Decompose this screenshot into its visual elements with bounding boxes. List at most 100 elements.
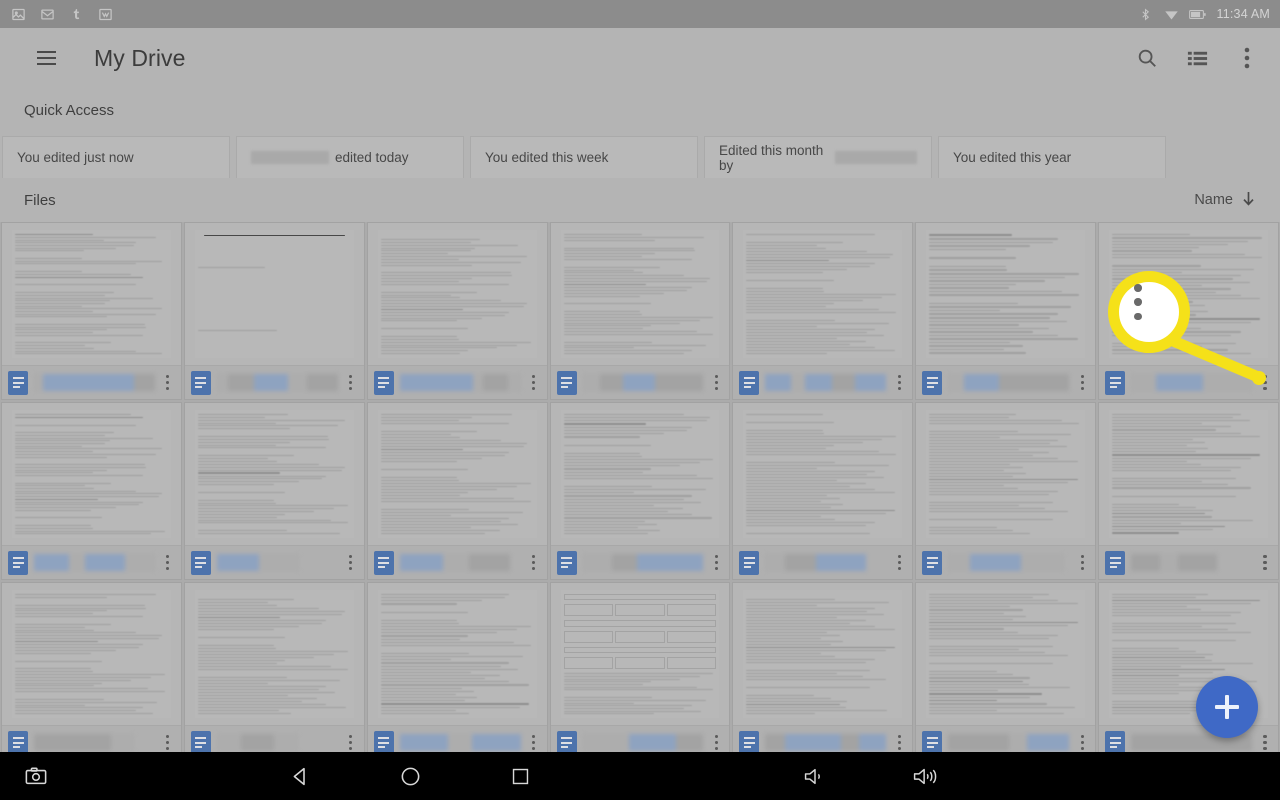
sort-control[interactable]: Name (1194, 190, 1256, 211)
file-card[interactable] (732, 402, 914, 580)
file-card[interactable] (366, 582, 548, 753)
thumbnail-text-line (380, 495, 461, 497)
back-triangle-icon[interactable] (245, 766, 355, 787)
volume-up-icon[interactable] (870, 766, 980, 787)
file-overflow-menu-icon[interactable] (709, 551, 723, 575)
file-card[interactable] (732, 222, 914, 400)
home-circle-icon[interactable] (355, 766, 465, 787)
more-vertical-icon[interactable] (1232, 43, 1262, 73)
thumbnail-text-line (746, 331, 868, 333)
file-grid[interactable] (0, 222, 1280, 752)
file-card[interactable] (366, 222, 548, 400)
quick-access-card[interactable]: You edited this year (938, 136, 1166, 178)
file-card[interactable] (1, 222, 182, 400)
file-overflow-menu-icon[interactable] (1258, 731, 1272, 753)
thumbnail-text-line (1112, 448, 1209, 450)
thumbnail-text-line (929, 448, 1020, 450)
file-thumbnail[interactable] (367, 583, 547, 725)
file-card[interactable] (732, 582, 914, 753)
file-overflow-menu-icon[interactable] (1075, 551, 1089, 575)
file-card[interactable] (915, 402, 1097, 580)
file-overflow-menu-icon[interactable] (1258, 551, 1272, 575)
camera-icon[interactable] (12, 766, 60, 786)
file-card[interactable] (1, 402, 182, 580)
file-overflow-menu-icon[interactable] (1075, 731, 1089, 753)
quick-access-card[interactable]: Edited this month by (704, 136, 932, 178)
file-card[interactable] (183, 582, 365, 753)
file-overflow-menu-icon[interactable] (344, 371, 358, 395)
file-thumbnail[interactable] (2, 583, 181, 725)
file-overflow-menu-icon[interactable] (709, 371, 723, 395)
file-thumbnail[interactable] (184, 583, 364, 725)
file-overflow-menu-icon[interactable] (892, 551, 906, 575)
file-overflow-menu-icon[interactable] (344, 731, 358, 753)
thumbnail-text-line (1112, 454, 1261, 456)
file-overflow-menu-icon[interactable] (709, 731, 723, 753)
thumbnail-text-line (563, 341, 653, 343)
file-overflow-menu-icon[interactable] (527, 551, 541, 575)
file-card[interactable] (366, 402, 548, 580)
thumbnail-text-line (15, 607, 147, 609)
create-new-fab[interactable] (1196, 676, 1258, 738)
search-icon[interactable] (1132, 43, 1162, 73)
file-thumbnail[interactable] (1099, 223, 1279, 365)
file-thumbnail[interactable] (184, 223, 364, 365)
nav-primary-buttons (60, 766, 760, 787)
file-thumbnail[interactable] (550, 223, 730, 365)
redacted-name-segment (287, 374, 308, 391)
thumbnail-text-line (380, 622, 459, 624)
file-card[interactable] (1098, 582, 1280, 753)
thumbnail-text-line (1112, 647, 1180, 649)
file-overflow-menu-icon[interactable] (161, 551, 175, 575)
thumbnail-text-line (197, 677, 287, 679)
file-overflow-menu-icon[interactable] (344, 551, 358, 575)
quick-access-card-row[interactable]: You edited just now edited today You edite… (0, 136, 1280, 178)
quick-access-card[interactable]: You edited this week (470, 136, 698, 178)
file-thumbnail[interactable] (367, 403, 547, 545)
file-overflow-menu-icon[interactable] (1258, 371, 1272, 395)
file-card[interactable] (1098, 222, 1280, 400)
file-overflow-menu-icon[interactable] (527, 731, 541, 753)
file-thumbnail[interactable] (2, 223, 181, 365)
file-card[interactable] (549, 582, 731, 753)
thumbnail-text-line (197, 626, 299, 628)
file-card[interactable] (549, 402, 731, 580)
thumbnail-text-line (380, 430, 478, 432)
file-thumbnail[interactable] (2, 403, 181, 545)
file-card[interactable] (915, 582, 1097, 753)
hamburger-menu-icon[interactable] (24, 36, 68, 80)
file-card[interactable] (915, 222, 1097, 400)
file-card[interactable] (183, 222, 365, 400)
file-card[interactable] (183, 402, 365, 580)
recents-square-icon[interactable] (465, 767, 575, 786)
file-thumbnail[interactable] (733, 403, 913, 545)
file-thumbnail[interactable] (733, 583, 913, 725)
thumbnail-text-line (929, 637, 1049, 639)
file-overflow-menu-icon[interactable] (161, 731, 175, 753)
file-overflow-menu-icon[interactable] (892, 731, 906, 753)
file-overflow-menu-icon[interactable] (527, 371, 541, 395)
quick-access-card[interactable]: You edited just now (2, 136, 230, 178)
file-thumbnail[interactable] (1099, 403, 1279, 545)
list-view-icon[interactable] (1182, 43, 1212, 73)
redacted-name-segment (434, 374, 473, 391)
file-thumbnail[interactable] (916, 223, 1096, 365)
file-thumbnail[interactable] (184, 403, 364, 545)
file-overflow-menu-icon[interactable] (1075, 371, 1089, 395)
volume-down-icon[interactable] (760, 766, 870, 787)
file-thumbnail[interactable] (916, 403, 1096, 545)
file-overflow-menu-icon[interactable] (892, 371, 906, 395)
file-card[interactable] (549, 222, 731, 400)
file-overflow-menu-icon[interactable] (161, 371, 175, 395)
file-thumbnail[interactable] (550, 583, 730, 725)
thumbnail-text-line (929, 594, 1049, 596)
file-thumbnail[interactable] (733, 223, 913, 365)
thumbnail-text-line (563, 325, 651, 327)
file-card[interactable] (1, 582, 182, 752)
file-card[interactable] (1098, 402, 1280, 580)
file-thumbnail[interactable] (916, 583, 1096, 725)
quick-access-card[interactable]: edited today (236, 136, 464, 178)
redacted-name-segment (253, 374, 288, 391)
file-thumbnail[interactable] (550, 403, 730, 545)
file-thumbnail[interactable] (367, 223, 547, 365)
